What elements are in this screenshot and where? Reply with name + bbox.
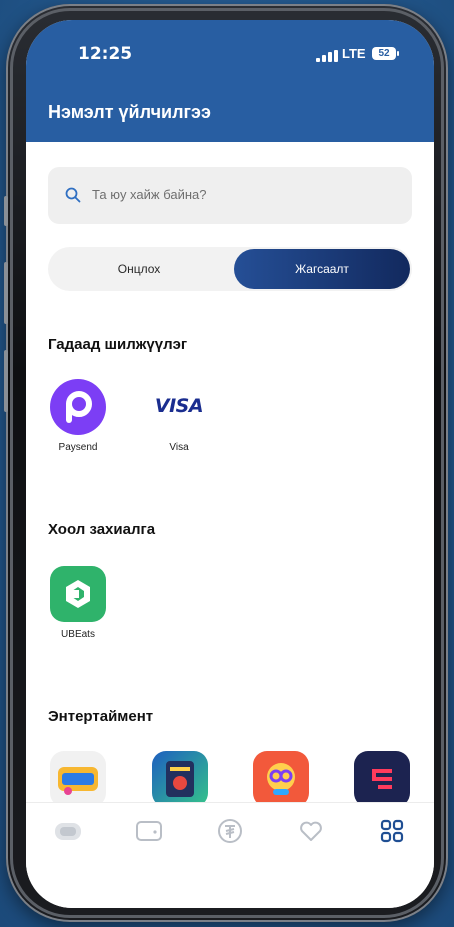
app-game-run[interactable] [43, 751, 113, 807]
app-label: Visa [169, 442, 189, 453]
bottom-tab-bar [26, 802, 434, 861]
app-label: Paysend [58, 442, 98, 453]
card-icon[interactable] [50, 813, 86, 849]
heart-icon[interactable] [293, 813, 329, 849]
page-title: Нэмэлт үйлчилгээ [48, 102, 211, 122]
app-label: UBEats [61, 629, 95, 640]
tab-featured[interactable]: Онцлох [48, 247, 230, 291]
section-title-food-order: Хоол захиалга [48, 521, 156, 538]
tab-list[interactable]: Жагсаалт [234, 249, 410, 289]
currency-icon[interactable] [212, 813, 248, 849]
visa-logo-text: VISA [154, 395, 204, 417]
search-input[interactable]: Та юу хайж байна? [48, 167, 412, 224]
section-title-entertainment: Энтертаймент [48, 708, 154, 725]
search-icon [65, 187, 81, 203]
gift-card-icon [152, 751, 208, 807]
app-screen: 12:25 LTE 52 Нэмэлт үйлчилгээ Та юу хайж… [26, 20, 434, 908]
wallet-icon[interactable] [131, 813, 167, 849]
segmented-control: Онцлох Жагсаалт [48, 247, 412, 291]
visa-icon: VISA [151, 379, 207, 435]
battery-icon: 52 [372, 47, 399, 60]
header: 12:25 LTE 52 Нэмэлт үйлчилгээ [26, 20, 434, 142]
search-placeholder: Та юу хайж байна? [92, 187, 207, 202]
paysend-icon [50, 379, 106, 435]
volume-up-button [4, 262, 8, 324]
grid-icon[interactable] [374, 813, 410, 849]
app-gg[interactable] [246, 751, 316, 807]
mute-switch [4, 196, 8, 226]
network-type: LTE [342, 46, 366, 61]
home-area [26, 860, 434, 908]
app-ubeats[interactable]: UBEats [43, 566, 113, 640]
signal-icon [316, 50, 338, 62]
dark-app-icon [354, 751, 410, 807]
section-title-foreign-transfer: Гадаад шилжүүлэг [48, 336, 188, 353]
app-visa[interactable]: VISA Visa [144, 379, 214, 453]
status-time: 12:25 [78, 44, 133, 64]
ubeats-icon [50, 566, 106, 622]
gg-icon [253, 751, 309, 807]
app-gift-card[interactable] [145, 751, 215, 807]
app-dark[interactable] [347, 751, 417, 807]
game-run-icon [50, 751, 106, 807]
volume-down-button [4, 350, 8, 412]
app-paysend[interactable]: Paysend [43, 379, 113, 453]
